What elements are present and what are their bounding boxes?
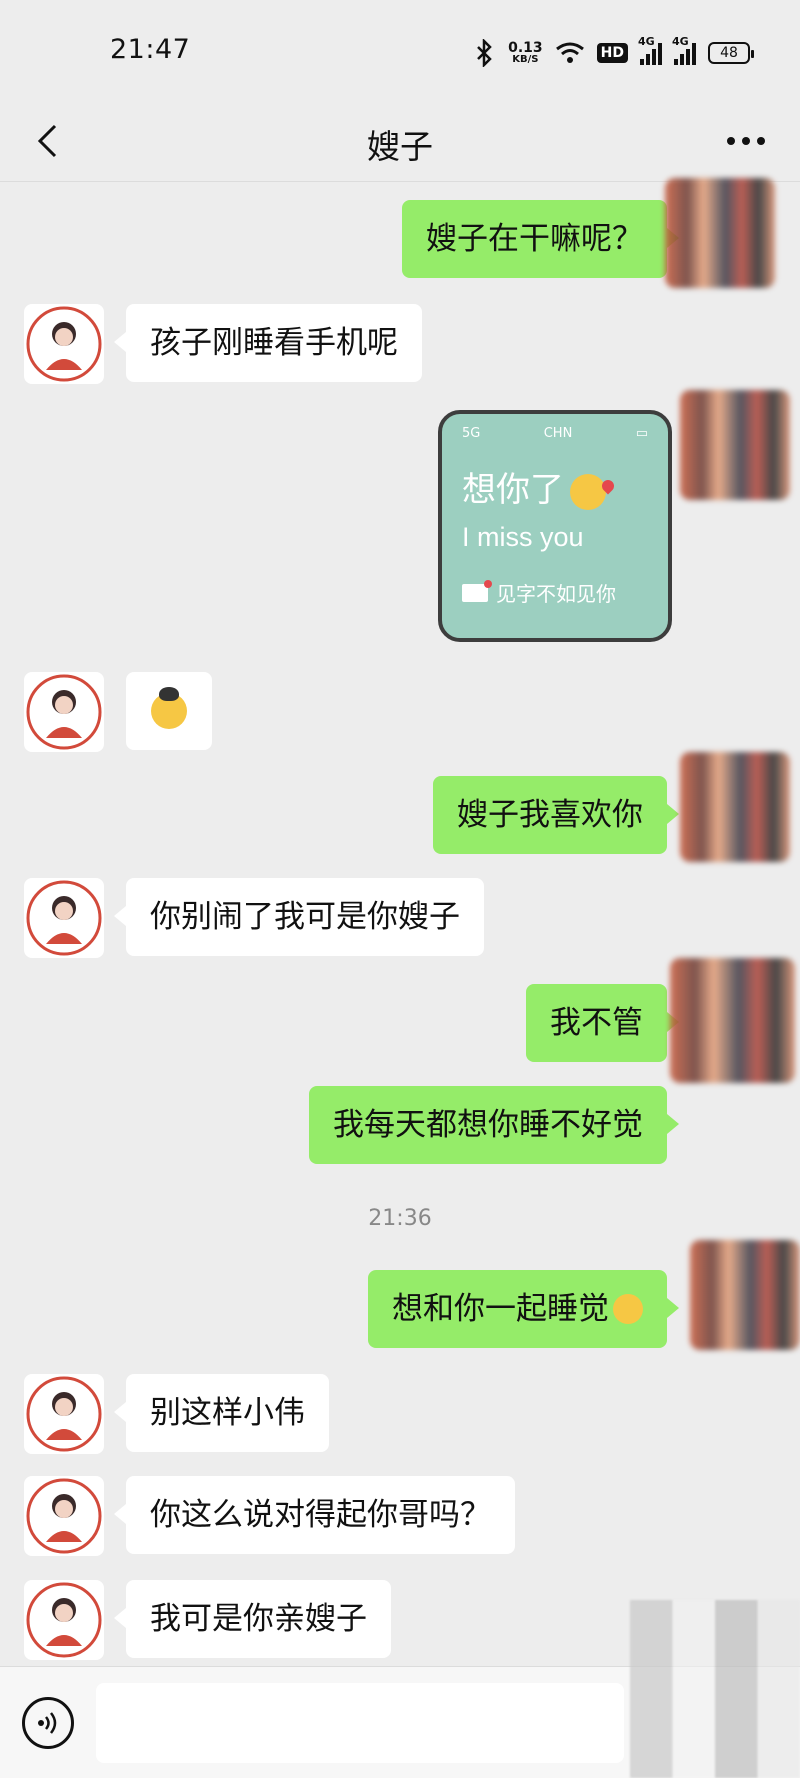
message-bubble-outgoing[interactable]: 想和你一起睡觉: [368, 1270, 679, 1348]
network-speed: 0.13 KB/S: [508, 41, 543, 65]
message-bubble-outgoing[interactable]: 嫂子我喜欢你: [433, 776, 679, 854]
contact-avatar[interactable]: [24, 878, 104, 958]
message-bubble-incoming[interactable]: 你别闹了我可是你嫂子: [114, 878, 484, 956]
sim2-label: 4G: [672, 35, 689, 48]
image-card-battery-icon: ▭: [635, 426, 648, 441]
image-card-footer-text: 见字不如见你: [496, 582, 616, 606]
contact-avatar-image: [26, 1582, 102, 1658]
signal-sim2-icon: 4G: [672, 35, 696, 65]
self-avatar[interactable]: [670, 958, 795, 1083]
signal-sim1-icon: 4G: [638, 35, 662, 65]
message-bubble-incoming[interactable]: 你这么说对得起你哥吗？: [114, 1476, 515, 1554]
message-bubble-incoming[interactable]: 别这样小伟: [114, 1374, 329, 1452]
contact-avatar-image: [26, 674, 102, 750]
network-speed-value: 0.13: [508, 40, 543, 56]
contact-avatar-image: [26, 306, 102, 382]
self-avatar[interactable]: [665, 178, 775, 288]
message-bubble-outgoing[interactable]: 我不管: [526, 984, 679, 1062]
image-card-carrier: CHN: [543, 426, 573, 441]
envelope-icon: [462, 579, 492, 602]
message-bubble-outgoing[interactable]: 嫂子在干嘛呢？: [402, 200, 679, 278]
status-bar: 21:47 0.13 KB/S HD 4G 4G 48: [0, 0, 800, 100]
time-divider: 21:36: [368, 1206, 432, 1231]
wifi-icon: [555, 42, 584, 63]
kiss-emoji-icon: [570, 473, 606, 510]
battery-icon: 48: [708, 42, 754, 64]
message-bubble-incoming[interactable]: 我可是你亲嫂子: [114, 1580, 391, 1658]
self-avatar[interactable]: [680, 752, 790, 862]
sticker-emoji-icon: [151, 687, 187, 729]
nav-bar: 嫂子: [0, 100, 800, 182]
watermark-mosaic: [630, 1600, 800, 1778]
self-avatar[interactable]: [680, 390, 790, 500]
sticker-message[interactable]: [126, 672, 212, 750]
image-card-title: 想你了: [462, 462, 606, 511]
more-icon: [727, 137, 765, 145]
message-bubble-outgoing[interactable]: 我每天都想你睡不好觉: [309, 1086, 679, 1164]
image-card-title-text: 想你了: [462, 470, 564, 510]
self-avatar[interactable]: [690, 1240, 800, 1350]
network-speed-unit: KB/S: [512, 54, 539, 65]
contact-avatar[interactable]: [24, 304, 104, 384]
contact-avatar-image: [26, 1478, 102, 1554]
message-bubble-incoming[interactable]: 孩子刚睡看手机呢: [114, 304, 422, 382]
emoji-icon: [613, 1293, 643, 1324]
contact-avatar-image: [26, 880, 102, 956]
battery-level: 48: [720, 45, 738, 61]
voice-icon: [38, 1712, 57, 1734]
bluetooth-icon: [477, 39, 492, 67]
more-options-button[interactable]: [716, 116, 776, 166]
contact-avatar[interactable]: [24, 1476, 104, 1556]
chat-title: 嫂子: [367, 127, 433, 166]
image-card-status-row: 5G CHN ▭: [462, 426, 648, 441]
message-text: 想和你一起睡觉: [392, 1291, 609, 1327]
contact-avatar-image: [26, 1376, 102, 1452]
contact-avatar[interactable]: [24, 1580, 104, 1660]
image-card-signal: 5G: [462, 426, 481, 441]
hd-badge: HD: [596, 43, 628, 63]
image-card-footer: 见字不如见你: [462, 578, 616, 607]
image-message-card[interactable]: 5G CHN ▭ 想你了 I miss you 见字不如见你: [438, 410, 672, 642]
status-icons: 0.13 KB/S HD 4G 4G 48: [474, 35, 754, 68]
sim1-label: 4G: [638, 35, 655, 48]
voice-input-button[interactable]: [22, 1697, 74, 1749]
message-input[interactable]: [96, 1683, 624, 1763]
contact-avatar[interactable]: [24, 1374, 104, 1454]
image-card-subtitle: I miss you: [462, 522, 584, 552]
status-time: 21:47: [110, 34, 191, 65]
contact-avatar[interactable]: [24, 672, 104, 752]
